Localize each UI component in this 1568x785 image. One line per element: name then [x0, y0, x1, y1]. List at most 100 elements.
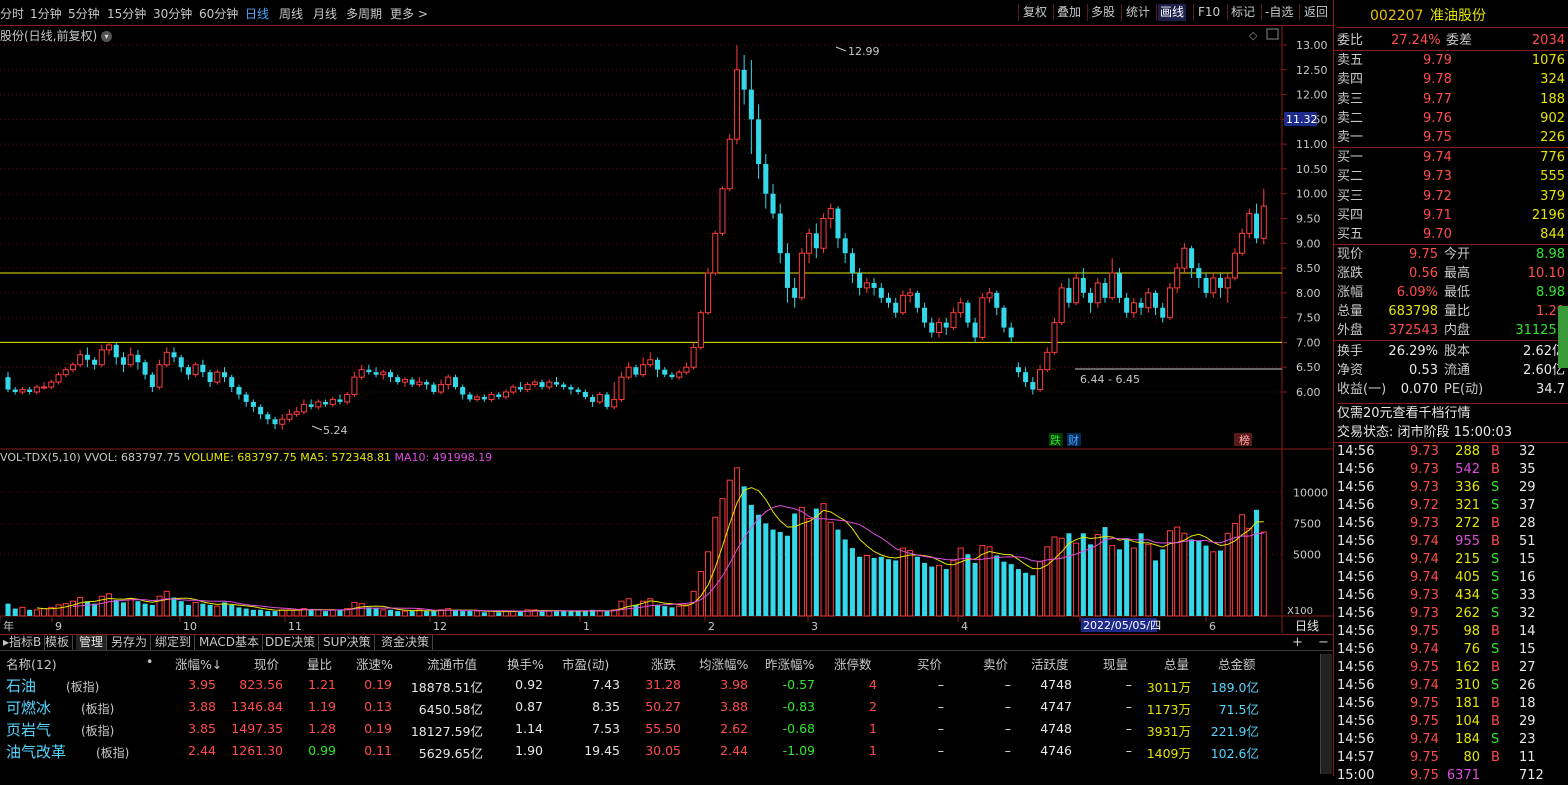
period-more[interactable]: 更多 >	[390, 5, 428, 22]
tool-overlay[interactable]: 叠加	[1055, 4, 1083, 21]
bid-row[interactable]: 买三 9.72 379	[1337, 187, 1568, 206]
col-zd[interactable]: 涨跌	[651, 654, 676, 673]
stat-row[interactable]: 净资 0.53 流通 2.60亿	[1337, 361, 1568, 380]
tick-row[interactable]: 14:56 9.74 76 S 15	[1337, 641, 1568, 659]
stat-row[interactable]: 现价 9.75 今开 8.98	[1337, 245, 1568, 264]
stat-row[interactable]: 涨幅 6.09% 最低 8.98	[1337, 283, 1568, 302]
period-1min[interactable]: 1分钟	[30, 5, 62, 22]
tick-row[interactable]: 14:56 9.73 272 B 28	[1337, 515, 1568, 533]
tab-save-as[interactable]: 另存为	[108, 635, 152, 650]
col-turn[interactable]: 换手%	[507, 654, 544, 673]
vol-indicator-name[interactable]: VOL-TDX(5,10)	[0, 451, 81, 464]
add-icon[interactable]: +	[1292, 635, 1303, 650]
stat-row[interactable]: 换手 26.29% 股本 2.62亿	[1337, 342, 1568, 361]
period-60min[interactable]: 60分钟	[199, 5, 238, 22]
minus-icon[interactable]: −	[1318, 635, 1329, 650]
side-scroll-indicator[interactable]	[1558, 306, 1568, 368]
tab-template[interactable]: 模板	[42, 635, 74, 650]
stat-row[interactable]: 收益(一) 0.070 PE(动) 34.7	[1337, 380, 1568, 399]
tab-manage[interactable]: 管理	[76, 635, 108, 650]
table-row[interactable]: 石油 (板指) 3.95 823.56 1.21 0.19 18878.51亿 0.92 7.4…	[0, 675, 1333, 697]
tick-row[interactable]: 15:00 9.75 6371 712	[1337, 767, 1568, 785]
period-weekly[interactable]: 周线	[279, 5, 303, 22]
tick-row[interactable]: 14:56 9.75 162 B 27	[1337, 659, 1568, 677]
col-chg[interactable]: 涨幅%↓	[175, 654, 222, 673]
tool-watchlist[interactable]: -自选	[1263, 4, 1295, 21]
bid-row[interactable]: 买一 9.74 776	[1337, 148, 1568, 167]
col-lb[interactable]: 量比	[307, 654, 332, 673]
col-zt[interactable]: 涨停数	[834, 654, 872, 673]
tick-row[interactable]: 14:56 9.74 215 S 15	[1337, 551, 1568, 569]
promo-row[interactable]: 仅需20元查看千档行情	[1337, 403, 1568, 423]
tool-back[interactable]: 返回	[1302, 4, 1330, 21]
ask-row[interactable]: 卖一 9.75 226	[1337, 128, 1568, 147]
tab-funds[interactable]: 资金决策	[378, 635, 434, 650]
tab-macd[interactable]: MACD基本	[196, 635, 263, 650]
period-daily[interactable]: 日线	[245, 5, 269, 22]
tick-row[interactable]: 14:56 9.74 955 B 51	[1337, 533, 1568, 551]
tool-fuquan[interactable]: 复权	[1021, 4, 1049, 21]
col-act[interactable]: 活跃度	[1031, 654, 1069, 673]
col-cur[interactable]: 现量	[1103, 654, 1128, 673]
stat-row[interactable]: 总量 683798 量比 1.29	[1337, 302, 1568, 321]
col-price[interactable]: 现价	[254, 654, 279, 673]
tick-row[interactable]: 14:56 9.73 336 S 29	[1337, 479, 1568, 497]
ask-row[interactable]: 卖二 9.76 902	[1337, 109, 1568, 128]
badge-cai[interactable]: 财	[1068, 433, 1079, 447]
chevron-down-icon[interactable]: ▾	[101, 31, 113, 42]
table-scrollbar[interactable]	[1320, 654, 1332, 774]
tool-multistock[interactable]: 多股	[1089, 4, 1117, 21]
tick-row[interactable]: 14:56 9.73 288 B 32	[1337, 443, 1568, 461]
period-15min[interactable]: 15分钟	[107, 5, 146, 22]
tab-sup[interactable]: SUP决策	[320, 635, 375, 650]
col-mcap[interactable]: 流通市值	[427, 654, 477, 673]
window-icon[interactable]	[1266, 28, 1279, 40]
stat-row[interactable]: 外盘 372543 内盘 311255	[1337, 321, 1568, 340]
table-row[interactable]: 可燃冰 (板指) 3.88 1346.84 1.19 0.13 6450.58亿 0.87 8.…	[0, 697, 1333, 719]
promo-text[interactable]: 仅需20元查看千档行情	[1337, 406, 1471, 421]
tick-row[interactable]: 14:56 9.75 98 B 14	[1337, 623, 1568, 641]
tool-stats[interactable]: 统计	[1124, 4, 1152, 21]
tick-row[interactable]: 14:56 9.74 184 S 23	[1337, 731, 1568, 749]
badge-die[interactable]: 跌	[1050, 433, 1061, 447]
period-30min[interactable]: 30分钟	[153, 5, 192, 22]
tick-row[interactable]: 14:57 9.75 80 B 11	[1337, 749, 1568, 767]
tick-row[interactable]: 14:56 9.72 321 S 37	[1337, 497, 1568, 515]
tool-f10[interactable]: F10	[1196, 4, 1222, 21]
diamond-icon[interactable]: ◇	[1249, 29, 1258, 42]
col-prev[interactable]: 昨涨幅%	[765, 654, 814, 673]
ask-row[interactable]: 卖五 9.79 1076	[1337, 51, 1568, 70]
tick-row[interactable]: 14:56 9.74 310 S 26	[1337, 677, 1568, 695]
period-intraday[interactable]: 分时	[0, 5, 24, 22]
table-row[interactable]: 页岩气 (板指) 3.85 1497.35 1.28 0.19 18127.59亿 1.14 7…	[0, 719, 1333, 741]
tick-row[interactable]: 14:56 9.75 181 B 18	[1337, 695, 1568, 713]
col-buy[interactable]: 买价	[917, 654, 942, 673]
tool-mark[interactable]: 标记	[1229, 4, 1257, 21]
tool-draw[interactable]: 画线	[1158, 4, 1187, 21]
col-name[interactable]: 名称(12)	[6, 654, 57, 673]
tick-row[interactable]: 14:56 9.73 542 B 35	[1337, 461, 1568, 479]
period-5min[interactable]: 5分钟	[68, 5, 100, 22]
col-amt[interactable]: 总金额	[1218, 654, 1256, 673]
stat-row[interactable]: 涨跌 0.56 最高 10.10	[1337, 264, 1568, 283]
ask-row[interactable]: 卖四 9.78 324	[1337, 70, 1568, 89]
col-sell[interactable]: 卖价	[983, 654, 1008, 673]
kline-chart[interactable]: 13.0012.5012.0011.5011.0010.5010.009.509…	[0, 26, 1333, 633]
support-lines[interactable]	[0, 272, 1282, 343]
tick-row[interactable]: 14:56 9.74 405 S 16	[1337, 569, 1568, 587]
badge-bang[interactable]: 榜	[1239, 433, 1250, 447]
ask-row[interactable]: 卖三 9.77 188	[1337, 90, 1568, 109]
bid-row[interactable]: 买四 9.71 2196	[1337, 206, 1568, 225]
tick-row[interactable]: 14:56 9.73 262 S 32	[1337, 605, 1568, 623]
tab-bind-to[interactable]: 绑定到	[152, 635, 196, 650]
tab-dde[interactable]: DDE决策	[262, 635, 320, 650]
period-multi[interactable]: 多周期	[346, 5, 382, 22]
tick-row[interactable]: 14:56 9.73 434 S 33	[1337, 587, 1568, 605]
bid-row[interactable]: 买二 9.73 555	[1337, 167, 1568, 186]
tick-row[interactable]: 14:56 9.75 104 B 29	[1337, 713, 1568, 731]
period-monthly[interactable]: 月线	[313, 5, 337, 22]
col-avg[interactable]: 均涨幅%	[699, 654, 748, 673]
table-row[interactable]: 油气改革 (板指) 2.44 1261.30 0.99 0.11 5629.65亿 1.90 1…	[0, 741, 1333, 763]
tab-indicator-b[interactable]: ▸指标B	[0, 635, 46, 650]
col-vol[interactable]: 总量	[1164, 654, 1189, 673]
